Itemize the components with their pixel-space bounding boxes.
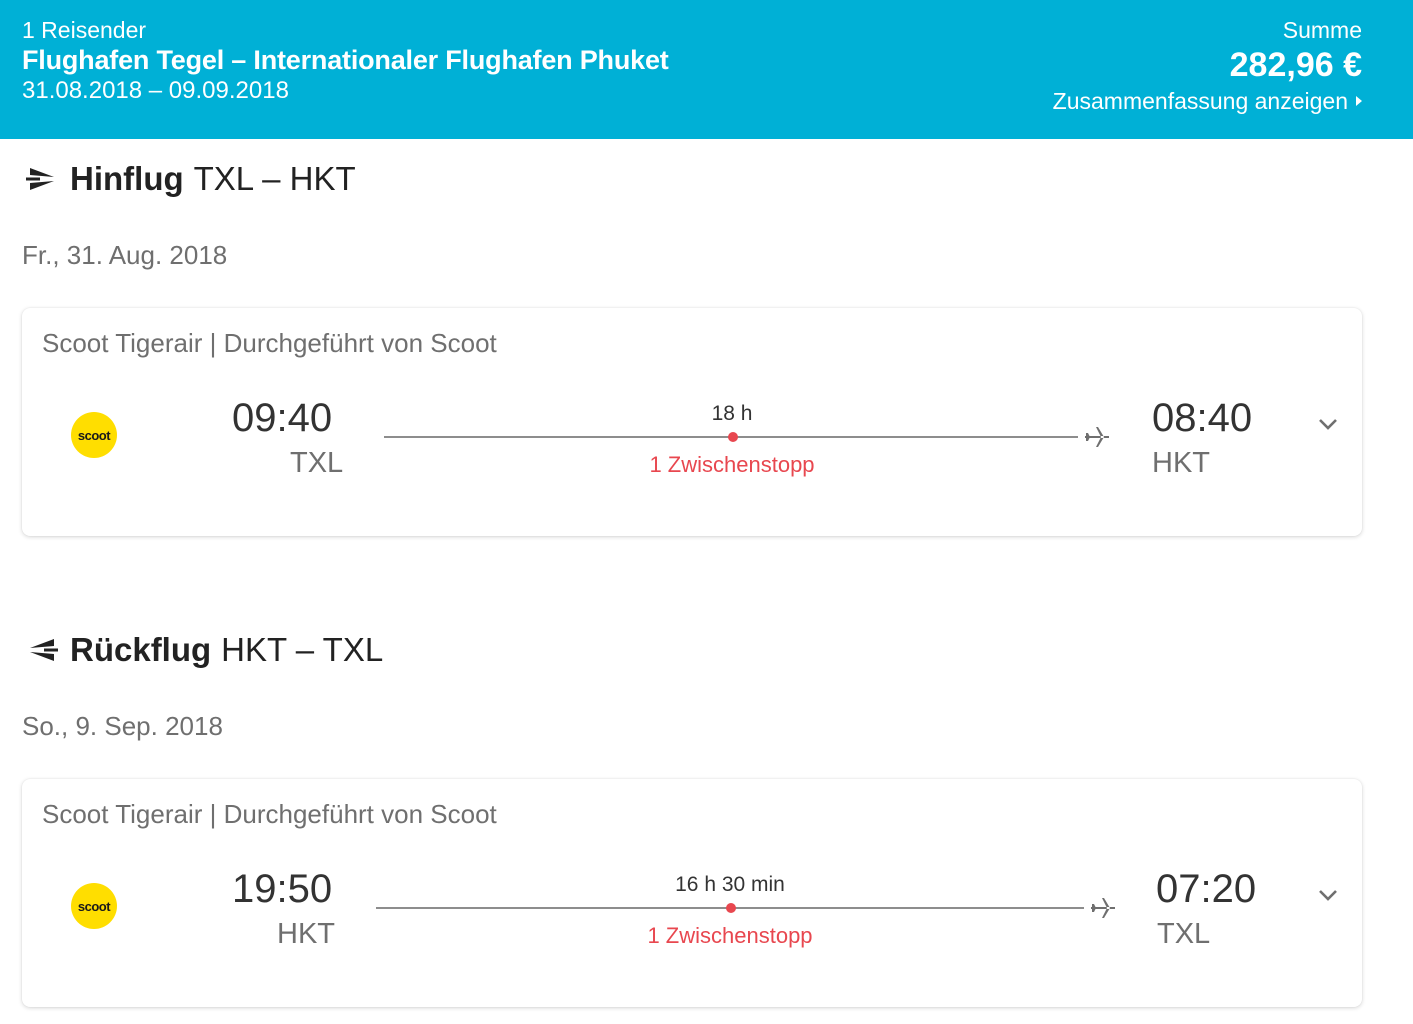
outbound-route: TXL – HKT: [193, 160, 356, 197]
inbound-route: HKT – TXL: [221, 631, 384, 668]
inbound-label: Rückflug: [70, 631, 212, 668]
trip-dates: 31.08.2018 – 09.09.2018: [22, 77, 289, 104]
airline-logo: scoot: [71, 412, 117, 458]
outbound-label: Hinflug: [70, 160, 184, 197]
outbound-title: Hinflug TXL – HKT: [24, 160, 356, 198]
price-summary: Summe 282,96 € Zusammenfassung anzeigen: [1053, 16, 1362, 116]
airplane-icon: [1085, 427, 1109, 447]
total-price: 282,96 €: [1229, 46, 1362, 84]
carrier-name: Scoot Tigerair | Durchgeführt von Scoot: [42, 799, 497, 829]
inbound-flight-card[interactable]: Scoot Tigerair | Durchgeführt von Scoot …: [22, 779, 1362, 1007]
departure-time: 09:40: [232, 396, 333, 440]
flight-duration: 16 h 30 min: [675, 873, 785, 896]
outbound-date: Fr., 31. Aug. 2018: [22, 240, 228, 270]
stop-marker: [726, 903, 736, 913]
arrival-airport: HKT: [1152, 447, 1210, 479]
departure-airport: TXL: [290, 447, 344, 479]
arrival-time: 07:20: [1156, 867, 1257, 911]
airline-logo: scoot: [71, 883, 117, 929]
plane-departure-icon: [26, 168, 54, 190]
arrival-time: 08:40: [1152, 396, 1253, 440]
trip-header: 1 Reisender Flughafen Tegel – Internatio…: [0, 0, 1413, 139]
sum-label: Summe: [1282, 17, 1362, 43]
chevron-down-icon[interactable]: [1316, 412, 1340, 436]
flight-duration: 18 h: [711, 402, 753, 425]
plane-return-icon: [30, 639, 58, 661]
arrival-airport: TXL: [1157, 918, 1211, 950]
carrier-name: Scoot Tigerair | Durchgeführt von Scoot: [42, 328, 497, 358]
inbound-title: Rückflug HKT – TXL: [24, 631, 383, 669]
stops-info: 1 Zwischenstopp: [647, 923, 813, 948]
show-summary-link[interactable]: Zusammenfassung anzeigen: [1053, 86, 1362, 116]
trip-route: Flughafen Tegel – Internationaler Flugha…: [22, 45, 669, 75]
inbound-date: So., 9. Sep. 2018: [22, 711, 223, 741]
travellers-count: 1 Reisender: [22, 17, 147, 43]
departure-airport: HKT: [277, 918, 335, 950]
airplane-icon: [1091, 898, 1115, 918]
triangle-right-icon: [1356, 96, 1362, 106]
trip-summary: 1 Reisender Flughafen Tegel – Internatio…: [22, 16, 669, 106]
stops-info: 1 Zwischenstopp: [649, 452, 815, 477]
chevron-down-icon[interactable]: [1316, 883, 1340, 907]
departure-time: 19:50: [232, 867, 333, 911]
stop-marker: [728, 432, 738, 442]
show-summary-label: Zusammenfassung anzeigen: [1052, 88, 1348, 114]
outbound-flight-card[interactable]: Scoot Tigerair | Durchgeführt von Scoot …: [22, 308, 1362, 536]
